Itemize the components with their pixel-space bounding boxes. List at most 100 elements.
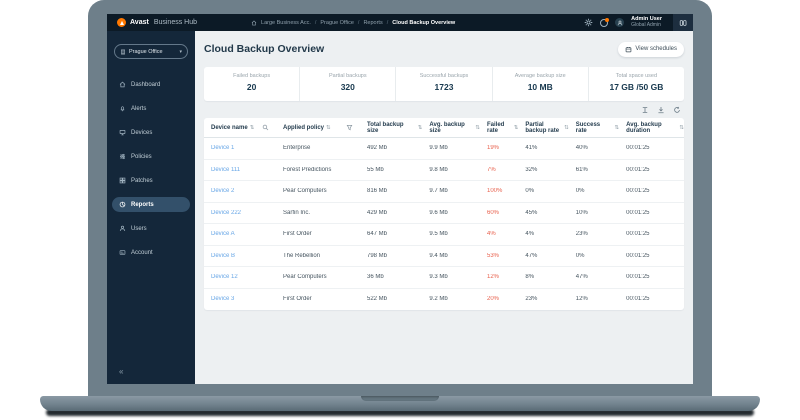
cell-policy: Forest Predictions (276, 167, 360, 173)
building-icon (120, 49, 126, 55)
cell-total-size: 55 Mb (360, 167, 422, 173)
cell-avg-size: 9.8 Mb (422, 167, 480, 173)
cell-partial-rate: 41% (518, 145, 568, 151)
device-link[interactable]: Device 12 (211, 274, 238, 280)
sidebar-item-patches[interactable]: Patches (107, 173, 195, 188)
search-icon[interactable] (262, 124, 269, 131)
breadcrumb-item-reports[interactable]: Reports (363, 20, 382, 26)
column-header-failed-rate[interactable]: Failed rate ⇅ (480, 122, 518, 134)
stat-partial-backups: Partial backups 320 (299, 67, 395, 101)
gear-icon[interactable] (584, 18, 593, 27)
cell-failed-rate: 19% (480, 145, 518, 151)
cell-avg-size: 9.6 Mb (422, 210, 480, 216)
device-link[interactable]: Device A (211, 231, 235, 237)
sort-icon[interactable]: ⇅ (250, 125, 255, 131)
filter-icon[interactable] (346, 124, 353, 131)
device-link[interactable]: Device 2 (211, 188, 234, 194)
table-row: Device 12 Pear Computers 36 Mb 9.3 Mb 12… (204, 267, 684, 289)
device-link[interactable]: Device 222 (211, 210, 241, 216)
view-schedules-button[interactable]: View schedules (618, 42, 684, 57)
sidebar-item-policies[interactable]: Policies (107, 149, 195, 164)
breadcrumb-current: Cloud Backup Overview (392, 20, 455, 26)
cell-total-size: 647 Mb (360, 231, 422, 237)
device-link[interactable]: Device 3 (211, 296, 234, 302)
cell-partial-rate: 8% (518, 274, 568, 280)
column-header-success-rate[interactable]: Success rate ⇅ (569, 122, 619, 134)
view-schedules-label: View schedules (635, 46, 677, 52)
cell-failed-rate: 7% (480, 167, 518, 173)
cell-policy: Enterprise (276, 145, 360, 151)
columns-icon[interactable] (641, 106, 649, 114)
column-header-avg-backup-duration[interactable]: Avg. backup duration ⇅ (619, 122, 684, 134)
sidebar-item-account[interactable]: Account (107, 245, 195, 260)
breadcrumb-item-account[interactable]: Large Business Acc. (261, 20, 311, 26)
column-header-avg-backup-size[interactable]: Avg. backup size ⇅ (422, 122, 480, 134)
sidebar-item-reports[interactable]: Reports (112, 197, 190, 212)
device-link[interactable]: Device 1 (211, 145, 234, 151)
cell-failed-rate: 100% (480, 188, 518, 194)
cell-total-size: 36 Mb (360, 274, 422, 280)
sidebar-item-users[interactable]: Users (107, 221, 195, 236)
column-header-partial-backup-rate[interactable]: Partial backup rate ⇅ (518, 122, 568, 134)
cell-avg-size: 9.3 Mb (422, 274, 480, 280)
page-header: Cloud Backup Overview View schedules (204, 31, 684, 67)
cell-avg-size: 9.2 Mb (422, 296, 480, 302)
home-icon (119, 81, 126, 88)
cell-total-size: 522 Mb (360, 296, 422, 302)
column-header-applied-policy[interactable]: Applied policy ⇅ (276, 124, 360, 131)
cell-success-rate: 61% (569, 167, 619, 173)
cell-success-rate: 40% (569, 145, 619, 151)
table-row: Device 3 First Order 522 Mb 9.2 Mb 20% 2… (204, 289, 684, 311)
column-label: Total backup size (367, 122, 416, 134)
cell-failed-rate: 4% (480, 231, 518, 237)
cell-failed-rate: 12% (480, 274, 518, 280)
stat-label: Total space used (589, 73, 684, 79)
breadcrumb-item-site[interactable]: Prague Office (320, 20, 354, 26)
table-row: Device 222 Sarfin Inc. 429 Mb 9.6 Mb 60%… (204, 203, 684, 225)
cell-total-size: 816 Mb (360, 188, 422, 194)
table-toolbar (204, 101, 684, 118)
sidebar-item-dashboard[interactable]: Dashboard (107, 77, 195, 92)
sidebar-item-label: Patches (131, 178, 153, 184)
cell-policy: The Rebellion (276, 253, 360, 259)
app-switcher-icon[interactable] (673, 14, 693, 31)
cell-duration: 00:01:25 (619, 210, 684, 216)
device-link[interactable]: Device B (211, 253, 235, 259)
page-title: Cloud Backup Overview (204, 43, 324, 55)
user-menu[interactable]: Admin User Global Admin (631, 16, 662, 28)
table-header-row: Device name ⇅ Applied policy ⇅ (204, 118, 684, 138)
sidebar-item-alerts[interactable]: Alerts (107, 101, 195, 116)
cell-partial-rate: 23% (518, 296, 568, 302)
avatar[interactable] (615, 18, 624, 27)
pie-chart-icon (119, 201, 126, 208)
trial-usage-icon[interactable] (600, 19, 608, 27)
cell-duration: 00:01:25 (619, 188, 684, 194)
app-window: Avast Business Hub Large Business Acc. /… (107, 14, 693, 384)
brand-name: Avast (130, 19, 149, 26)
refresh-icon[interactable] (673, 106, 681, 114)
column-header-device-name[interactable]: Device name ⇅ (204, 124, 276, 131)
sidebar-item-devices[interactable]: Devices (107, 125, 195, 140)
sidebar-item-label: Account (131, 250, 153, 256)
download-icon[interactable] (657, 106, 665, 114)
stat-label: Successful backups (396, 73, 491, 79)
breadcrumb-separator: / (358, 20, 360, 26)
sort-icon[interactable]: ⇅ (326, 125, 331, 131)
cell-policy: First Order (276, 231, 360, 237)
column-header-total-backup-size[interactable]: Total backup size ⇅ (360, 122, 422, 134)
cell-partial-rate: 32% (518, 167, 568, 173)
device-link[interactable]: Device 111 (211, 167, 240, 173)
cell-duration: 00:01:25 (619, 274, 684, 280)
sidebar-item-label: Devices (131, 130, 152, 136)
cell-partial-rate: 0% (518, 188, 568, 194)
sort-icon[interactable]: ⇅ (679, 125, 684, 131)
table-row: Device 2 Pear Computers 816 Mb 9.7 Mb 10… (204, 181, 684, 203)
cell-success-rate: 0% (569, 188, 619, 194)
cell-policy: Pear Computers (276, 188, 360, 194)
org-selector[interactable]: Prague Office ▾ (114, 44, 188, 59)
cell-duration: 00:01:25 (619, 167, 684, 173)
cell-total-size: 429 Mb (360, 210, 422, 216)
table-row: Device 111 Forest Predictions 55 Mb 9.8 … (204, 160, 684, 182)
sidebar-collapse-icon[interactable]: « (119, 367, 123, 376)
user-icon (119, 225, 126, 232)
